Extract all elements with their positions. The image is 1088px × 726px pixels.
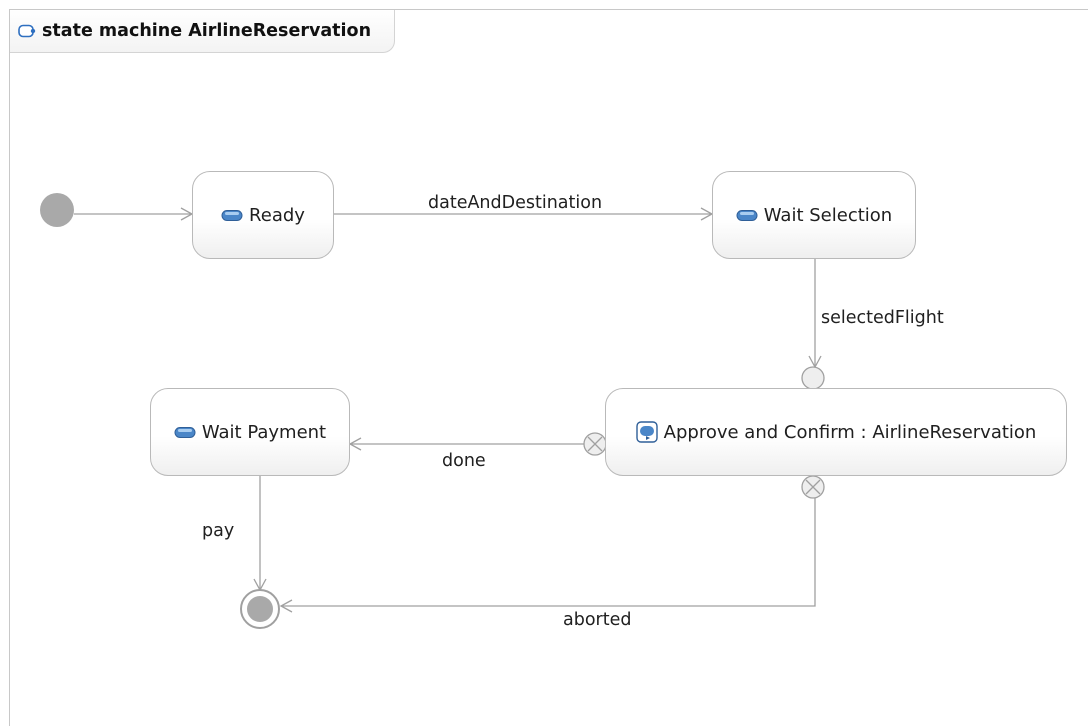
state-icon	[221, 209, 243, 221]
state-label: Wait Selection	[763, 204, 893, 226]
state-icon	[736, 209, 758, 221]
submachine-state-icon	[635, 421, 658, 443]
exit-point-done	[583, 432, 607, 456]
transition-edges	[40, 193, 825, 629]
transition-label-selected-flight[interactable]: selectedFlight	[821, 308, 944, 328]
initial-pseudostate	[40, 193, 74, 227]
state-ready[interactable]: Ready	[192, 171, 334, 259]
diagram-canvas: state machine AirlineReservation Ready W…	[0, 0, 1088, 726]
state-approve-and-confirm[interactable]: Approve and Confirm : AirlineReservation	[605, 388, 1067, 476]
entry-point	[801, 366, 825, 390]
state-wait-selection[interactable]: Wait Selection	[712, 171, 916, 259]
exit-point-aborted	[801, 475, 825, 499]
transition-label-pay[interactable]: pay	[202, 521, 234, 541]
state-label: Wait Payment	[201, 421, 327, 443]
transition-label-aborted[interactable]: aborted	[563, 610, 631, 630]
state-wait-payment[interactable]: Wait Payment	[150, 388, 350, 476]
transition-label-date-and-destination[interactable]: dateAndDestination	[428, 193, 602, 213]
state-icon	[174, 426, 196, 438]
state-label: Ready	[249, 204, 305, 226]
edge-approve-to-final-aborted	[281, 498, 816, 607]
state-label: Approve and Confirm : AirlineReservation	[663, 421, 1037, 443]
final-state	[240, 589, 280, 629]
transition-label-done[interactable]: done	[442, 451, 486, 471]
